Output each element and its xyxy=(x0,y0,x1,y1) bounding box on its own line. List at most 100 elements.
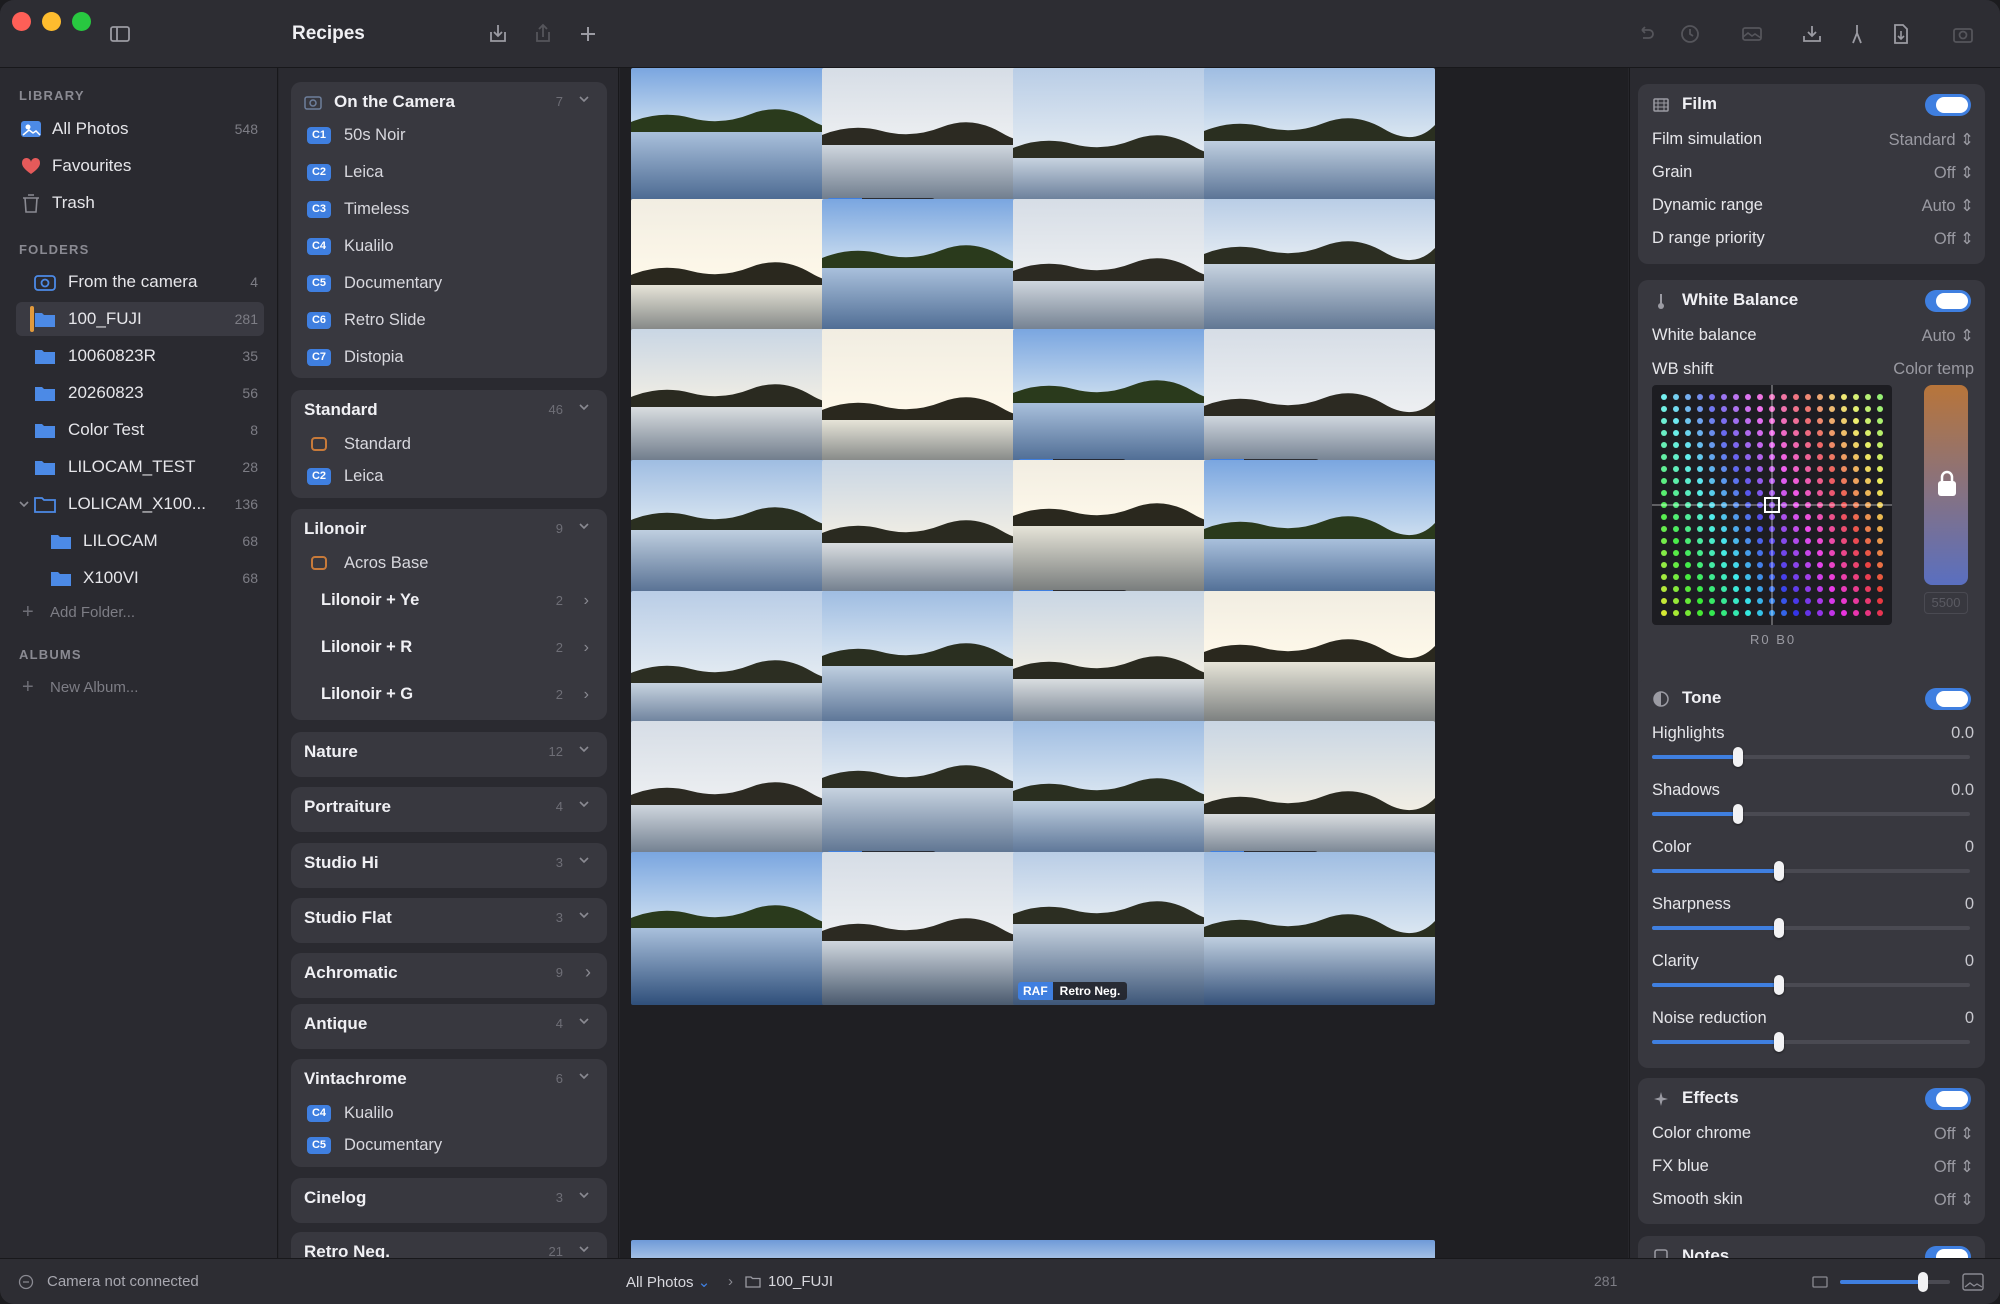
chevron-right-icon[interactable]: › xyxy=(585,962,591,983)
camera-icon[interactable] xyxy=(1951,22,1975,46)
scope-selector[interactable]: All Photos ⌄ xyxy=(626,1273,710,1291)
photo-thumbnail[interactable] xyxy=(1204,852,1435,1005)
recipe-group-studio-flat[interactable]: Studio Flat 3 xyxy=(291,898,607,943)
recipe-item[interactable]: C7 Distopia xyxy=(307,345,597,371)
recipe-item[interactable]: C4 Kualilo xyxy=(307,234,597,260)
recipe-item[interactable]: C2 Leica xyxy=(307,464,597,490)
recipe-group-studio-hi[interactable]: Studio Hi 3 xyxy=(291,843,607,888)
recipe-icon[interactable] xyxy=(1845,22,1869,46)
close-window-button[interactable] xyxy=(12,12,31,31)
recipe-item[interactable]: Standard xyxy=(307,432,597,458)
white-balance-row[interactable]: White balance Auto ⇕ xyxy=(1652,324,1974,348)
slider-knob[interactable] xyxy=(1733,747,1743,767)
notes-toggle[interactable] xyxy=(1925,1246,1971,1258)
recipe-item[interactable]: C5 Documentary xyxy=(307,271,597,297)
recipe-group-achromatic[interactable]: Achromatic 9 › xyxy=(291,953,607,998)
tone-slider[interactable] xyxy=(1652,861,1970,881)
sidebar-folder-lilocam-test[interactable]: LILOCAM_TEST 28 xyxy=(16,450,264,484)
recipe-item[interactable]: C5 Documentary xyxy=(307,1133,597,1159)
chevron-down-icon[interactable] xyxy=(577,742,591,756)
chevron-down-icon[interactable] xyxy=(577,1242,591,1256)
slider-knob[interactable] xyxy=(1774,861,1784,881)
chevron-down-icon[interactable] xyxy=(577,853,591,867)
recipe-item[interactable]: Acros Base xyxy=(307,551,597,577)
tone-slider[interactable] xyxy=(1652,804,1970,824)
tone-slider[interactable] xyxy=(1652,975,1970,995)
sidebar-item-trash[interactable]: Trash xyxy=(16,186,264,220)
recipe-group-antique[interactable]: Antique 4 xyxy=(291,1004,607,1049)
minimize-window-button[interactable] xyxy=(42,12,61,31)
tone-slider[interactable] xyxy=(1652,747,1970,767)
zoom-window-button[interactable] xyxy=(72,12,91,31)
sidebar-item-all-photos[interactable]: All Photos 548 xyxy=(16,112,264,146)
film-toggle[interactable] xyxy=(1925,94,1971,116)
share-icon[interactable] xyxy=(531,22,555,46)
effects-toggle[interactable] xyxy=(1925,1088,1971,1110)
recipe-group-cinelog[interactable]: Cinelog 3 xyxy=(291,1178,607,1223)
grain-row[interactable]: Grain Off ⇕ xyxy=(1652,161,1974,185)
chevron-down-icon[interactable] xyxy=(577,797,591,811)
recipe-group-vintachrome[interactable]: Vintachrome 6 C4 Kualilo C5 Documentary xyxy=(291,1059,607,1167)
recipe-item[interactable]: C4 Kualilo xyxy=(307,1101,597,1127)
chevron-down-icon[interactable] xyxy=(18,499,30,509)
sidebar-folder-from-the-camera[interactable]: From the camera 4 xyxy=(16,265,264,299)
wb-toggle[interactable] xyxy=(1925,290,1971,312)
slider-knob[interactable] xyxy=(1774,975,1784,995)
recipe-item[interactable]: C1 50s Noir xyxy=(307,123,597,149)
chevron-down-icon[interactable] xyxy=(577,1069,591,1083)
smooth-skin-row[interactable]: Smooth skin Off ⇕ xyxy=(1652,1188,1974,1212)
undo-icon[interactable] xyxy=(1634,22,1658,46)
wb-shift-grid[interactable] xyxy=(1652,385,1892,625)
sidebar-folder-x100vi[interactable]: X100VI 68 xyxy=(16,561,264,595)
camera-download-icon[interactable] xyxy=(1800,22,1824,46)
recipe-group-portraiture[interactable]: Portraiture 4 xyxy=(291,787,607,832)
dynamic-range-row[interactable]: Dynamic range Auto ⇕ xyxy=(1652,194,1974,218)
recipe-group-nature[interactable]: Nature 12 xyxy=(291,732,607,777)
tone-slider[interactable] xyxy=(1652,918,1970,938)
tone-toggle[interactable] xyxy=(1925,688,1971,710)
recipe-subgroup[interactable]: Lilonoir + G 2 › xyxy=(307,673,597,719)
sidebar-folder-color-test[interactable]: Color Test 8 xyxy=(16,413,264,447)
recipe-group-on-the-camera[interactable]: On the Camera 7 C1 50s Noir C2 Leica C3 Tim… xyxy=(291,82,607,378)
chevron-down-icon[interactable] xyxy=(577,400,591,414)
recipe-group-lilonoir[interactable]: Lilonoir 9 Acros Base Lilonoir + Ye 2 › Li… xyxy=(291,509,607,720)
chevron-down-icon[interactable] xyxy=(577,1014,591,1028)
sidebar-folder-lolicam-x100[interactable]: LOLICAM_X100... 136 xyxy=(16,487,264,521)
history-icon[interactable] xyxy=(1678,22,1702,46)
color-temp-input[interactable]: 5500 xyxy=(1924,592,1968,614)
slider-knob[interactable] xyxy=(1733,804,1743,824)
sidebar-folder-lilocam[interactable]: LILOCAM 68 xyxy=(16,524,264,558)
recipe-item[interactable]: C3 Timeless xyxy=(307,197,597,223)
compare-icon[interactable] xyxy=(1740,22,1764,46)
recipe-group-standard[interactable]: Standard 46 Standard C2 Leica xyxy=(291,390,607,498)
export-icon[interactable] xyxy=(1889,22,1913,46)
recipe-item[interactable]: C6 Retro Slide xyxy=(307,308,597,334)
sidebar-toggle-icon[interactable] xyxy=(108,22,132,46)
breadcrumb-folder[interactable]: 100_FUJI xyxy=(768,1273,833,1290)
sidebar-folder-10060823r[interactable]: 10060823R 35 xyxy=(16,339,264,373)
sidebar-item-favourites[interactable]: Favourites xyxy=(16,149,264,183)
d-range-priority-row[interactable]: D range priority Off ⇕ xyxy=(1652,227,1974,251)
add-icon[interactable] xyxy=(576,22,600,46)
sidebar-folder-20260823[interactable]: 20260823 56 xyxy=(16,376,264,410)
thumbnail-size-slider[interactable] xyxy=(1840,1272,1950,1292)
slider-knob[interactable] xyxy=(1774,918,1784,938)
color-chrome-row[interactable]: Color chrome Off ⇕ xyxy=(1652,1122,1974,1146)
color-temp-slider[interactable] xyxy=(1924,385,1968,585)
zoom-knob[interactable] xyxy=(1917,1272,1928,1292)
fx-blue-row[interactable]: FX blue Off ⇕ xyxy=(1652,1155,1974,1179)
import-icon[interactable] xyxy=(486,22,510,46)
film-simulation-row[interactable]: Film simulation Standard ⇕ xyxy=(1652,128,1974,152)
chevron-down-icon[interactable] xyxy=(577,908,591,922)
slider-knob[interactable] xyxy=(1774,1032,1784,1052)
add-folder-button[interactable]: + Add Folder... xyxy=(16,596,264,630)
recipe-subgroup[interactable]: Lilonoir + R 2 › xyxy=(307,626,597,672)
new-album-button[interactable]: + New Album... xyxy=(16,671,264,705)
chevron-down-icon[interactable] xyxy=(577,1188,591,1202)
tone-slider[interactable] xyxy=(1652,1032,1970,1052)
recipe-group-retro-neg[interactable]: Retro Neg. 21 xyxy=(291,1232,607,1258)
recipe-subgroup[interactable]: Lilonoir + Ye 2 › xyxy=(307,579,597,625)
recipe-item[interactable]: C2 Leica xyxy=(307,160,597,186)
chevron-down-icon[interactable] xyxy=(577,519,591,533)
sidebar-folder-100-fuji[interactable]: 100_FUJI 281 xyxy=(16,302,264,336)
